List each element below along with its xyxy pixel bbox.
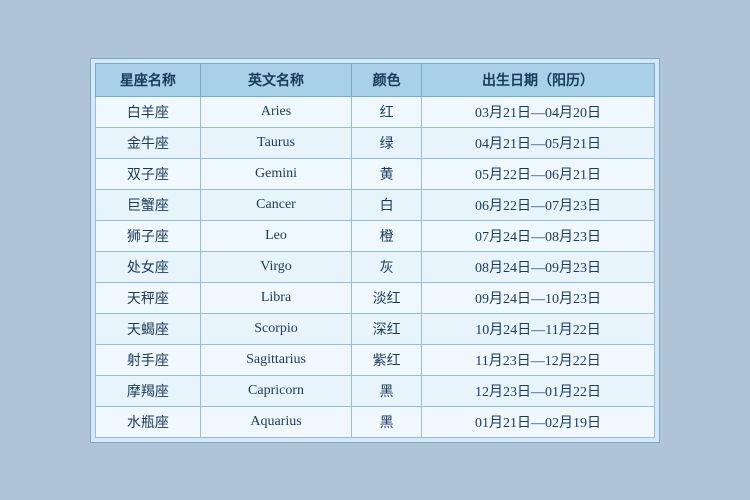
zodiac-table: 星座名称 英文名称 颜色 出生日期（阳历） 白羊座Aries红03月21日—04… <box>95 63 655 438</box>
cell-english-name: Aquarius <box>200 406 351 437</box>
table-row: 摩羯座Capricorn黑12月23日—01月22日 <box>96 375 655 406</box>
cell-date: 06月22日—07月23日 <box>422 189 655 220</box>
cell-date: 05月22日—06月21日 <box>422 158 655 189</box>
table-row: 狮子座Leo橙07月24日—08月23日 <box>96 220 655 251</box>
cell-date: 04月21日—05月21日 <box>422 127 655 158</box>
cell-color: 黑 <box>352 406 422 437</box>
cell-date: 01月21日—02月19日 <box>422 406 655 437</box>
cell-chinese-name: 金牛座 <box>96 127 201 158</box>
zodiac-table-container: 星座名称 英文名称 颜色 出生日期（阳历） 白羊座Aries红03月21日—04… <box>90 58 660 443</box>
cell-date: 09月24日—10月23日 <box>422 282 655 313</box>
cell-color: 紫红 <box>352 344 422 375</box>
cell-chinese-name: 处女座 <box>96 251 201 282</box>
table-body: 白羊座Aries红03月21日—04月20日金牛座Taurus绿04月21日—0… <box>96 96 655 437</box>
table-row: 巨蟹座Cancer白06月22日—07月23日 <box>96 189 655 220</box>
cell-chinese-name: 水瓶座 <box>96 406 201 437</box>
table-row: 金牛座Taurus绿04月21日—05月21日 <box>96 127 655 158</box>
cell-chinese-name: 摩羯座 <box>96 375 201 406</box>
cell-color: 红 <box>352 96 422 127</box>
table-header-row: 星座名称 英文名称 颜色 出生日期（阳历） <box>96 63 655 96</box>
cell-chinese-name: 天秤座 <box>96 282 201 313</box>
cell-english-name: Gemini <box>200 158 351 189</box>
cell-color: 橙 <box>352 220 422 251</box>
header-date: 出生日期（阳历） <box>422 63 655 96</box>
cell-color: 绿 <box>352 127 422 158</box>
table-row: 双子座Gemini黄05月22日—06月21日 <box>96 158 655 189</box>
cell-color: 淡红 <box>352 282 422 313</box>
cell-chinese-name: 射手座 <box>96 344 201 375</box>
cell-date: 12月23日—01月22日 <box>422 375 655 406</box>
header-color: 颜色 <box>352 63 422 96</box>
cell-english-name: Capricorn <box>200 375 351 406</box>
table-row: 白羊座Aries红03月21日—04月20日 <box>96 96 655 127</box>
cell-chinese-name: 狮子座 <box>96 220 201 251</box>
cell-chinese-name: 巨蟹座 <box>96 189 201 220</box>
cell-english-name: Cancer <box>200 189 351 220</box>
cell-english-name: Leo <box>200 220 351 251</box>
cell-english-name: Sagittarius <box>200 344 351 375</box>
table-row: 处女座Virgo灰08月24日—09月23日 <box>96 251 655 282</box>
cell-chinese-name: 白羊座 <box>96 96 201 127</box>
table-row: 天秤座Libra淡红09月24日—10月23日 <box>96 282 655 313</box>
table-row: 射手座Sagittarius紫红11月23日—12月22日 <box>96 344 655 375</box>
cell-date: 11月23日—12月22日 <box>422 344 655 375</box>
header-english-name: 英文名称 <box>200 63 351 96</box>
cell-english-name: Scorpio <box>200 313 351 344</box>
cell-color: 黑 <box>352 375 422 406</box>
cell-chinese-name: 天蝎座 <box>96 313 201 344</box>
cell-english-name: Aries <box>200 96 351 127</box>
header-chinese-name: 星座名称 <box>96 63 201 96</box>
cell-color: 深红 <box>352 313 422 344</box>
table-row: 天蝎座Scorpio深红10月24日—11月22日 <box>96 313 655 344</box>
cell-color: 黄 <box>352 158 422 189</box>
cell-date: 10月24日—11月22日 <box>422 313 655 344</box>
cell-date: 07月24日—08月23日 <box>422 220 655 251</box>
cell-english-name: Taurus <box>200 127 351 158</box>
cell-english-name: Virgo <box>200 251 351 282</box>
cell-english-name: Libra <box>200 282 351 313</box>
cell-color: 白 <box>352 189 422 220</box>
cell-date: 03月21日—04月20日 <box>422 96 655 127</box>
cell-chinese-name: 双子座 <box>96 158 201 189</box>
cell-color: 灰 <box>352 251 422 282</box>
table-row: 水瓶座Aquarius黑01月21日—02月19日 <box>96 406 655 437</box>
cell-date: 08月24日—09月23日 <box>422 251 655 282</box>
